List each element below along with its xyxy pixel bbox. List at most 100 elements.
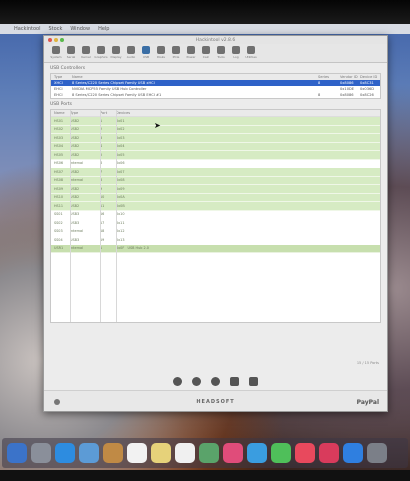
facetime-icon[interactable] [271,443,291,463]
clear-icon[interactable] [173,376,182,386]
port-type[interactable]: USB2 [70,187,100,191]
port-type[interactable]: USB2 [70,119,100,123]
toolbar-system[interactable]: System [50,46,62,60]
port-comment: 0x02 [116,127,125,132]
podcasts-icon[interactable] [319,443,339,463]
col-port-number[interactable]: Port [100,111,116,115]
system-preferences-icon[interactable] [367,443,387,463]
col-vendor[interactable]: Vendor ID [340,75,360,79]
port-type[interactable]: Internal [70,246,100,250]
col-device[interactable]: Device ID [360,75,380,79]
controllers-section-title: USB Controllers [50,66,86,71]
port-name: HS04 [54,144,64,149]
port-type[interactable]: Internal [70,161,100,165]
traffic-lights [48,38,64,42]
toolbar-power[interactable]: Power [185,46,197,60]
import-icon[interactable] [230,376,239,386]
col-name[interactable]: Name [72,75,318,79]
menu-app[interactable]: Hackintool [14,26,41,32]
port-number: 1 [100,118,103,123]
toolbar-calc[interactable]: Calc [200,46,212,60]
finder-icon[interactable] [7,443,27,463]
toolbar-label: Serial [66,55,76,59]
port-comment: 0x12 [116,229,125,234]
minimize-button[interactable] [54,38,58,42]
port-comment: 0x0A [116,195,125,200]
toolbar-label: Audio [126,55,136,59]
toolbar-label: Disks [156,55,165,59]
port-number: 19 [100,237,105,242]
toolbar-log[interactable]: Log [230,46,242,60]
menu-edit[interactable]: Stock [49,26,63,32]
port-type[interactable]: USB2 [70,204,100,208]
port-number: 5 [100,152,103,157]
toolbar-label: Kernel [81,55,91,59]
col-type[interactable]: Type [51,75,72,79]
contacts-icon[interactable] [103,443,123,463]
maps-icon[interactable] [199,443,219,463]
mail-icon[interactable] [79,443,99,463]
toolbar-label: PCIe [172,55,180,59]
toolbar-pcie[interactable]: PCIe [170,46,182,60]
app-store-icon[interactable] [343,443,363,463]
menu-help[interactable]: Help [98,26,109,32]
port-type[interactable]: USB2 [70,170,100,174]
toolbar-audio[interactable]: Audio [125,46,137,60]
menu-window[interactable]: Window [70,26,90,32]
col-series[interactable]: Series [318,75,340,79]
port-type[interactable]: USB2 [70,127,100,131]
port-type[interactable]: USB3 [70,238,100,242]
port-type[interactable]: USB3 [70,212,100,216]
toolbar-graphics[interactable]: Graphics [94,46,108,60]
toolbar-tools[interactable]: Tools [215,46,227,60]
port-devices: 0x12 [116,229,380,233]
port-number: 8 [100,178,103,183]
refresh-icon[interactable] [192,376,201,386]
port-type[interactable]: USB2 [70,144,100,148]
toolbar-usb[interactable]: USB [140,46,152,60]
messages-icon[interactable] [247,443,267,463]
port-number: 16 [100,212,105,217]
toolbar-utilities[interactable]: Utilities [245,46,257,60]
toolbar-disks[interactable]: Disks [155,46,167,60]
port-type[interactable]: USB2 [70,153,100,157]
port-type[interactable]: USB3 [70,221,100,225]
col-port-devices[interactable]: Devices [116,111,380,115]
port-comment: 0x10 [116,212,125,217]
notes-icon[interactable] [151,443,171,463]
controller-row[interactable]: EHCI 8 Series/C220 Series Chipset Family … [51,92,380,98]
launchpad-icon[interactable] [31,443,51,463]
inject-icon[interactable] [211,376,220,386]
reminders-icon[interactable] [175,443,195,463]
export-icon[interactable] [249,376,258,386]
toolbar-label: Tools [217,55,225,59]
port-type[interactable]: USB2 [70,195,100,199]
port-name: HS10 [54,195,64,200]
port-name: HS03 [54,135,64,140]
port-type[interactable]: Internal [70,178,100,182]
port-devices: 0x05 [116,153,380,157]
port-devices: 0x10 [116,212,380,216]
close-button[interactable] [48,38,52,42]
calendar-icon[interactable] [127,443,147,463]
zoom-button[interactable] [60,38,64,42]
toolbar-kernel[interactable]: Kernel [80,46,92,60]
col-port-type[interactable]: Type [70,111,100,115]
port-type[interactable]: Internal [70,229,100,233]
port-name: SS03 [54,229,63,234]
port-comment: 0x11 [116,220,125,225]
paypal-button[interactable]: PayPal [357,399,379,406]
photos-icon[interactable] [223,443,243,463]
port-type[interactable]: USB2 [70,136,100,140]
music-icon[interactable] [295,443,315,463]
col-port-name[interactable]: Name [51,111,70,115]
toolbar-serial[interactable]: Serial [65,46,77,60]
controller-name: 8 Series/C220 Series Chipset Family USB … [72,93,162,97]
monitor-bezel-top [0,0,410,24]
safari-icon[interactable] [55,443,75,463]
port-devices: 0x13 [116,238,380,242]
system-icon [52,46,60,54]
ports-counter: 15 / 15 Ports [356,361,379,365]
port-comment: 0x09 [116,186,125,191]
toolbar-display[interactable]: Display [110,46,122,60]
